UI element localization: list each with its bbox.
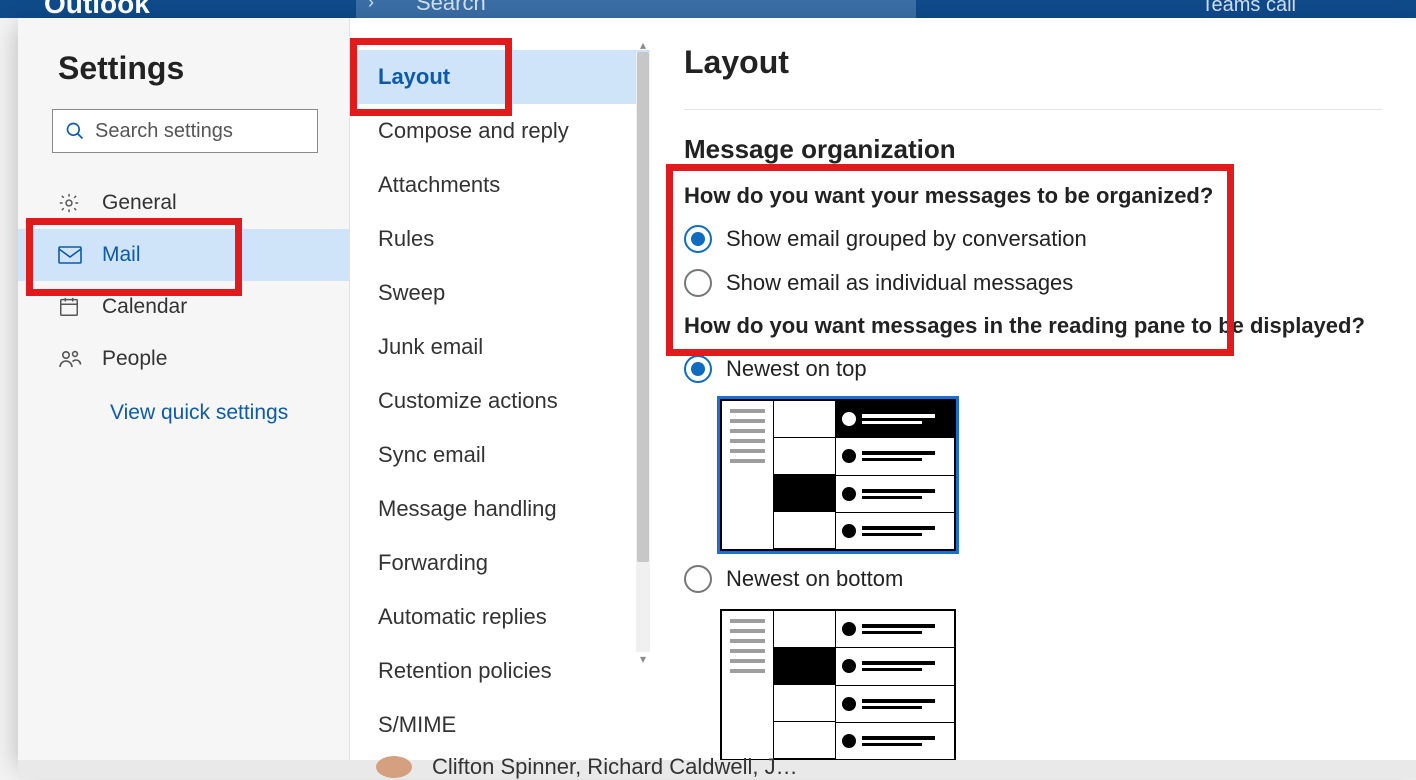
submenu-rules[interactable]: Rules	[350, 212, 650, 266]
nav-calendar-label: Calendar	[102, 295, 187, 319]
nav-calendar[interactable]: Calendar	[18, 281, 349, 333]
nav-people-label: People	[102, 347, 167, 371]
submenu-layout[interactable]: Layout	[350, 50, 650, 104]
gear-icon	[58, 192, 102, 214]
background-mail-text: Clifton Spinner, Richard Caldwell, J…	[432, 754, 798, 780]
submenu-sweep[interactable]: Sweep	[350, 266, 650, 320]
submenu-autoreply[interactable]: Automatic replies	[350, 590, 650, 644]
background-mail-strip: Clifton Spinner, Richard Caldwell, J…	[18, 760, 1416, 778]
nav-mail[interactable]: Mail	[18, 229, 349, 281]
settings-nav: General Mail Calendar People	[18, 177, 349, 385]
preview-newest-bottom[interactable]	[720, 609, 956, 760]
global-search-placeholder: Search	[416, 0, 486, 16]
settings-sidebar: Settings Search settings General Mail	[18, 18, 350, 760]
submenu-retention[interactable]: Retention policies	[350, 644, 650, 698]
submenu-smime[interactable]: S/MIME	[350, 698, 650, 752]
scroll-up-icon[interactable]: ▴	[636, 38, 650, 52]
question-organization: How do you want your messages to be orga…	[684, 183, 1382, 209]
mail-icon	[58, 246, 102, 264]
scroll-down-icon[interactable]: ▾	[636, 652, 650, 666]
submenu-scrollbar[interactable]: ▴ ▾	[636, 52, 650, 652]
teams-call-label[interactable]: Teams call	[1202, 0, 1296, 17]
radio-individual-label: Show email as individual messages	[726, 270, 1073, 296]
radio-conversation[interactable]: Show email grouped by conversation	[684, 225, 1382, 253]
settings-search[interactable]: Search settings	[52, 109, 318, 153]
search-icon	[65, 121, 85, 141]
settings-title: Settings	[18, 46, 349, 109]
submenu-forwarding[interactable]: Forwarding	[350, 536, 650, 590]
scroll-thumb[interactable]	[637, 52, 649, 562]
radio-icon	[684, 565, 712, 593]
radio-newest-top-label: Newest on top	[726, 356, 867, 382]
view-quick-settings-link[interactable]: View quick settings	[110, 401, 349, 425]
nav-general[interactable]: General	[18, 177, 349, 229]
radio-conversation-label: Show email grouped by conversation	[726, 226, 1087, 252]
submenu-customize[interactable]: Customize actions	[350, 374, 650, 428]
settings-search-placeholder: Search settings	[95, 120, 233, 143]
radio-newest-bottom-label: Newest on bottom	[726, 566, 903, 592]
nav-people[interactable]: People	[18, 333, 349, 385]
app-brand: Outlook	[44, 0, 150, 20]
preview-newest-top[interactable]	[720, 399, 956, 551]
settings-panel: Settings Search settings General Mail	[18, 18, 1416, 760]
settings-content: Layout Message organization How do you w…	[650, 18, 1416, 760]
top-bar: Outlook › Search Teams call	[0, 0, 1416, 18]
radio-icon	[684, 355, 712, 383]
submenu-attachments[interactable]: Attachments	[350, 158, 650, 212]
submenu-handling[interactable]: Message handling	[350, 482, 650, 536]
page-title: Layout	[684, 44, 1382, 110]
radio-icon	[684, 269, 712, 297]
chevron-right-icon: ›	[368, 0, 374, 13]
section-message-org: Message organization	[684, 134, 1382, 165]
radio-icon	[684, 225, 712, 253]
calendar-icon	[58, 296, 102, 318]
avatar	[376, 756, 412, 778]
question-reading-pane: How do you want messages in the reading …	[684, 313, 1382, 339]
mail-submenu: Layout Compose and reply Attachments Rul…	[350, 18, 650, 760]
radio-individual[interactable]: Show email as individual messages	[684, 269, 1382, 297]
global-search[interactable]: › Search	[356, 0, 916, 18]
radio-newest-top[interactable]: Newest on top	[684, 355, 1382, 383]
submenu-junk[interactable]: Junk email	[350, 320, 650, 374]
submenu-sync[interactable]: Sync email	[350, 428, 650, 482]
radio-newest-bottom[interactable]: Newest on bottom	[684, 565, 1382, 593]
nav-mail-label: Mail	[102, 243, 141, 267]
submenu-compose[interactable]: Compose and reply	[350, 104, 650, 158]
nav-general-label: General	[102, 191, 177, 215]
people-icon	[58, 349, 102, 369]
